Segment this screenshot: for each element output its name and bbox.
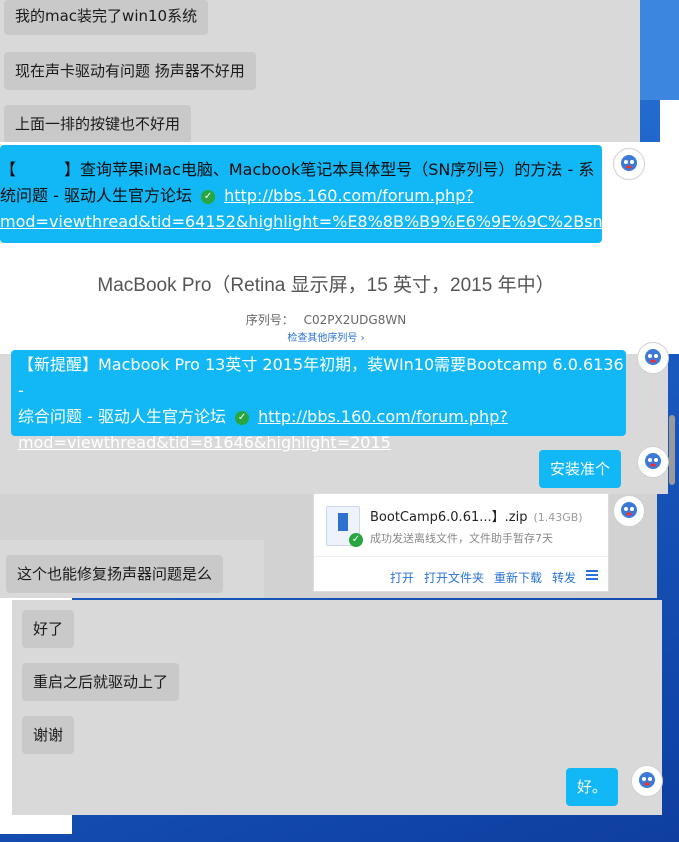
avatar[interactable] bbox=[637, 342, 669, 374]
avatar[interactable] bbox=[613, 495, 645, 527]
hamburger-icon[interactable] bbox=[586, 570, 598, 580]
verified-check-icon: ✓ bbox=[201, 189, 216, 204]
message-bubble: 我的mac装完了win10系统 bbox=[4, 0, 209, 35]
forum-link[interactable]: http://bbs.160.com/forum.php? bbox=[258, 407, 508, 426]
chat-panel-bottom bbox=[12, 600, 662, 815]
link-title-line: 【新提醒】Macbook Pro 13英寸 2015年初期，装WIn10需要Bo… bbox=[18, 355, 624, 400]
message-bubble: 这个也能修复扬声器问题是么 bbox=[6, 555, 224, 593]
my-message-bubble: 好。 bbox=[566, 768, 619, 806]
link-title-line: 综合问题 - 驱动人生官方论坛 bbox=[18, 407, 226, 426]
message-bubble: 现在声卡驱动有问题 扬声器不好用 bbox=[4, 52, 256, 90]
redownload-link[interactable]: 重新下载 bbox=[494, 569, 542, 586]
message-bubble: 好了 bbox=[22, 610, 75, 648]
link-message-1[interactable]: 【 】查询苹果iMac电脑、Macbook笔记本具体型号（SN序列号）的方法 -… bbox=[0, 145, 603, 243]
message-bubble: 谢谢 bbox=[22, 716, 75, 754]
right-edge-white bbox=[660, 100, 679, 354]
forum-link[interactable]: mod=viewthread&tid=64152&highlight=%E8%8… bbox=[0, 212, 603, 231]
mac-model-title: MacBook Pro（Retina 显示屏，15 英寸，2015 年中） bbox=[97, 275, 555, 296]
avatar[interactable] bbox=[631, 765, 663, 797]
file-name-text: BootCamp6.0.61...】.zip bbox=[370, 510, 528, 525]
serial-number-row: 序列号： C02PX2UDG8WN bbox=[0, 311, 652, 328]
zip-file-icon: ✓ bbox=[326, 506, 363, 547]
check-other-serial-link[interactable]: 检查其他序列号 › bbox=[0, 329, 652, 344]
message-bubble: 重启之后就驱动上了 bbox=[22, 663, 180, 701]
open-file-link[interactable]: 打开 bbox=[390, 569, 414, 586]
forum-link[interactable]: http://bbs.160.com/forum.php? bbox=[224, 186, 474, 205]
avatar[interactable] bbox=[613, 148, 645, 180]
verified-check-icon: ✓ bbox=[235, 410, 250, 425]
file-name: BootCamp6.0.61...】.zip (1.43GB) bbox=[370, 506, 583, 525]
serial-value: C02PX2UDG8WN bbox=[303, 313, 407, 327]
sent-success-icon: ✓ bbox=[349, 533, 363, 547]
file-status: 成功发送离线文件，文件助手暂存7天 bbox=[370, 532, 553, 545]
scrollbar-thumb[interactable] bbox=[669, 415, 675, 485]
file-actions: 打开 打开文件夹 重新下载 转发 bbox=[314, 556, 608, 592]
message-bubble: 上面一排的按键也不好用 bbox=[4, 105, 192, 143]
right-edge-strip bbox=[640, 0, 679, 100]
file-size: (1.43GB) bbox=[533, 511, 583, 524]
forward-link[interactable]: 转发 bbox=[552, 569, 576, 586]
link-title-line: 统问题 - 驱动人生官方论坛 bbox=[0, 186, 192, 205]
link-message-2[interactable]: 【新提醒】Macbook Pro 13英寸 2015年初期，装WIn10需要Bo… bbox=[11, 350, 626, 452]
link-title-line: 【 】查询苹果iMac电脑、Macbook笔记本具体型号（SN序列号）的方法 -… bbox=[0, 160, 595, 179]
my-message-bubble: 安装准个 bbox=[539, 450, 622, 488]
forum-link[interactable]: mod=viewthread&tid=81646&highlight=2015 bbox=[18, 433, 391, 452]
file-transfer-card[interactable]: ✓ BootCamp6.0.61...】.zip (1.43GB) 成功发送离线文… bbox=[313, 493, 609, 592]
open-folder-link[interactable]: 打开文件夹 bbox=[424, 569, 484, 586]
serial-label: 序列号： bbox=[245, 313, 294, 327]
avatar[interactable] bbox=[637, 446, 669, 478]
